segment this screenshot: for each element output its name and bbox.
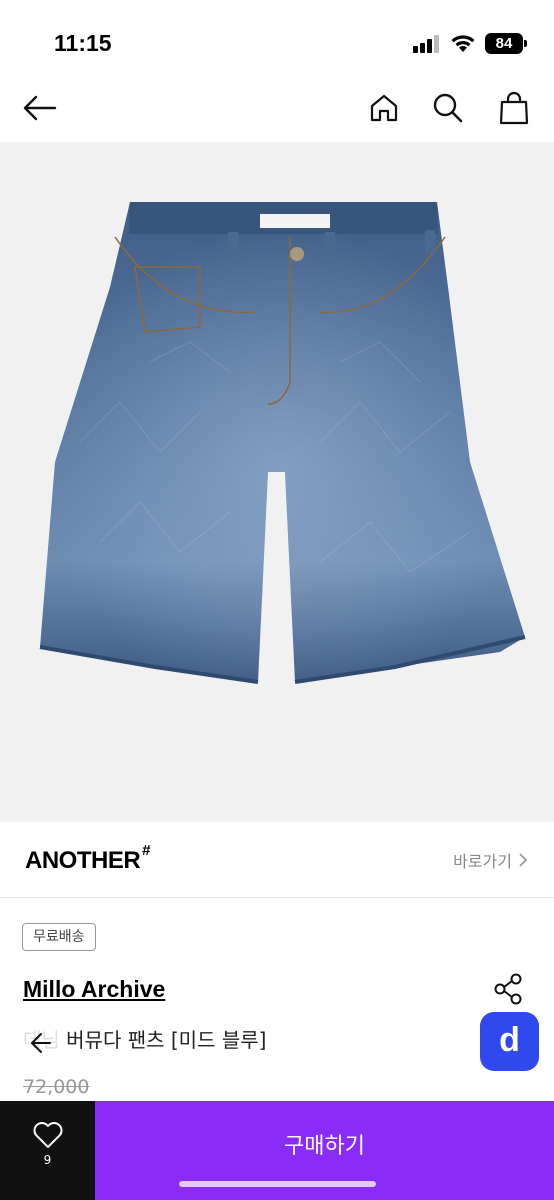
home-indicator <box>179 1181 376 1187</box>
share-icon[interactable] <box>492 972 526 1006</box>
brand-bar: ANOTHER # 바로가기 <box>0 822 554 898</box>
cellular-signal-icon <box>413 35 439 53</box>
search-button[interactable] <box>428 88 468 128</box>
arrow-left-icon <box>23 95 57 121</box>
floating-back-button[interactable] <box>18 1020 64 1066</box>
bottom-action-bar: 9 구매하기 <box>0 1101 554 1200</box>
like-count: 9 <box>43 1153 52 1167</box>
home-button[interactable] <box>364 88 404 128</box>
shopping-bag-icon <box>499 91 529 125</box>
heart-icon <box>33 1122 62 1148</box>
home-icon <box>370 94 398 122</box>
app-shortcut-button[interactable]: d <box>480 1012 539 1071</box>
denim-shorts-image <box>39 202 526 684</box>
top-nav <box>0 76 554 142</box>
back-button[interactable] <box>20 88 60 128</box>
chevron-right-icon <box>519 853 528 867</box>
status-bar: 11:15 84 <box>0 0 554 76</box>
arrow-left-icon <box>31 1033 51 1053</box>
battery-tip <box>524 40 527 47</box>
brand-shortcut-link[interactable]: 바로가기 <box>453 848 528 872</box>
status-time: 11:15 <box>54 30 112 56</box>
search-icon <box>433 93 463 123</box>
cart-button[interactable] <box>494 88 534 128</box>
product-image[interactable] <box>0 142 554 822</box>
brand-logo[interactable]: ANOTHER # <box>25 842 151 875</box>
free-shipping-badge: 무료배송 <box>22 923 96 951</box>
battery-level: 84 <box>485 33 523 54</box>
shop-name-link[interactable]: Millo Archive <box>23 976 165 1003</box>
like-button[interactable]: 9 <box>0 1101 95 1200</box>
original-price: 72,000 <box>23 1076 90 1098</box>
wifi-icon <box>451 35 475 52</box>
shortcut-label: 바로가기 <box>453 852 512 871</box>
